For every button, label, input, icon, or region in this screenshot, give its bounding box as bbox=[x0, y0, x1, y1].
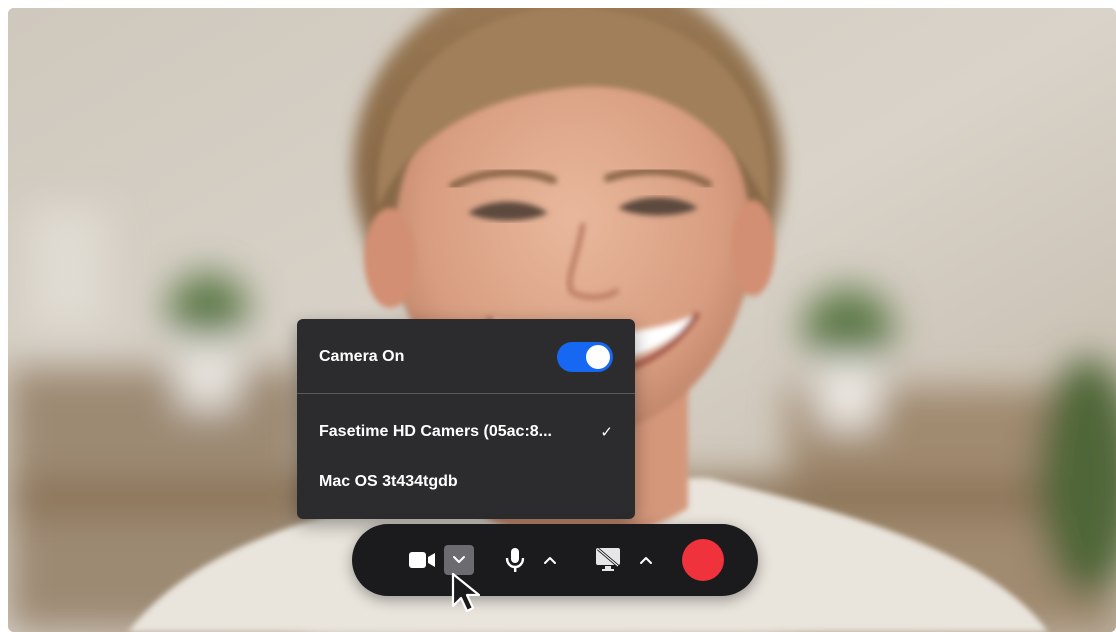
camera-device-label: Fasetime HD Camers (05ac:8... bbox=[319, 423, 552, 440]
camera-on-row[interactable]: Camera On bbox=[319, 342, 613, 372]
microphone-button[interactable] bbox=[504, 546, 526, 574]
toggle-knob bbox=[586, 345, 610, 369]
camera-on-toggle[interactable] bbox=[557, 342, 613, 372]
microphone-options-button[interactable] bbox=[538, 550, 562, 570]
camera-device-option-1[interactable]: Fasetime HD Camers (05ac:8... ✓ bbox=[319, 417, 613, 447]
record-button[interactable] bbox=[682, 539, 724, 581]
video-camera-icon bbox=[409, 552, 435, 568]
call-toolbar bbox=[352, 524, 758, 596]
camera-options-button[interactable] bbox=[444, 545, 474, 575]
camera-device-option-2[interactable]: Mac OS 3t434tgdb bbox=[319, 467, 613, 497]
screen-share-options-button[interactable] bbox=[634, 550, 658, 570]
microphone-icon bbox=[505, 548, 525, 572]
camera-options-menu: Camera On Fasetime HD Camers (05ac:8... … bbox=[297, 319, 635, 519]
camera-device-label: Mac OS 3t434tgdb bbox=[319, 473, 458, 490]
checkmark-icon: ✓ bbox=[600, 424, 613, 441]
screen-share-off-icon bbox=[596, 547, 620, 571]
camera-on-label: Camera On bbox=[319, 348, 405, 365]
chevron-up-icon bbox=[544, 557, 556, 564]
camera-toggle-button[interactable] bbox=[408, 548, 436, 572]
chevron-down-icon bbox=[453, 556, 465, 563]
screen-share-button[interactable] bbox=[592, 544, 624, 574]
chevron-up-icon bbox=[640, 557, 652, 564]
menu-divider bbox=[297, 393, 635, 394]
